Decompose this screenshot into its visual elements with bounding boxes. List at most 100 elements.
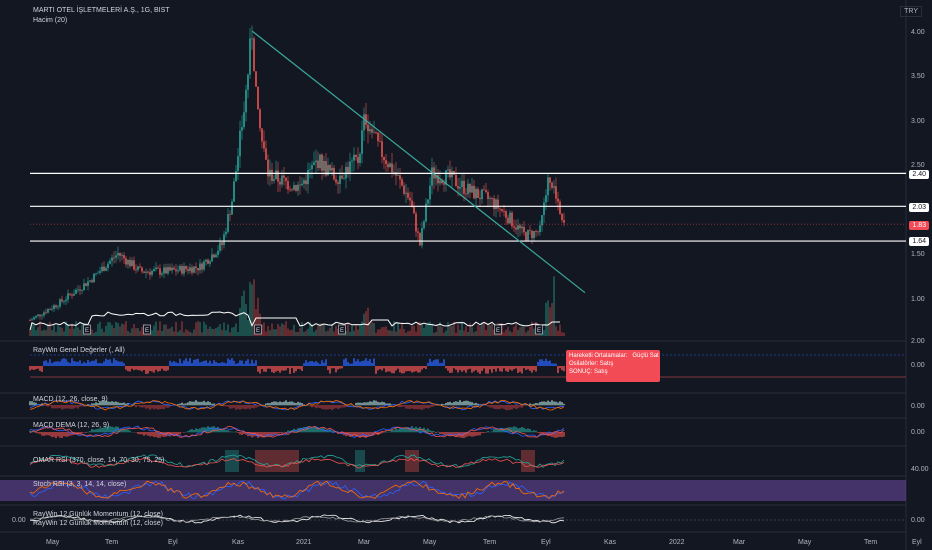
volume-bar bbox=[365, 311, 367, 336]
volume-bar bbox=[35, 330, 37, 336]
macd-histogram bbox=[557, 402, 559, 406]
raywin-bar bbox=[51, 363, 53, 366]
raywin-bar bbox=[107, 359, 109, 366]
raywin-bar bbox=[163, 366, 165, 371]
raywin-bar bbox=[203, 360, 205, 366]
macd-dema-histogram bbox=[479, 432, 481, 436]
raywin-bar bbox=[165, 366, 167, 372]
raywin-bar bbox=[385, 366, 387, 373]
candle-body bbox=[343, 178, 345, 180]
volume-bar bbox=[515, 323, 517, 336]
rsi-zone bbox=[227, 450, 229, 472]
candle-body bbox=[79, 289, 81, 291]
macd-dema-histogram bbox=[487, 430, 489, 433]
macd-dema-histogram bbox=[431, 430, 433, 433]
rsi-zone bbox=[529, 450, 531, 472]
candle-body bbox=[111, 257, 113, 261]
macd-dema-histogram bbox=[495, 428, 497, 433]
raywin-bar bbox=[287, 366, 289, 369]
raywin-bar bbox=[415, 366, 417, 372]
macd-dema-histogram bbox=[37, 432, 39, 434]
macd-histogram bbox=[229, 405, 231, 409]
panel-title-stoch-rsi[interactable]: Stoch RSI (3, 3, 14, 14, close) bbox=[33, 480, 126, 489]
macd-dema-histogram bbox=[127, 429, 129, 433]
macd-histogram bbox=[419, 405, 421, 410]
macd-histogram bbox=[547, 400, 549, 406]
panel-title-macd[interactable]: MACD (12, 26, close, 9) bbox=[33, 395, 108, 404]
candle-body bbox=[463, 180, 465, 194]
volume-bar bbox=[473, 332, 475, 336]
raywin-bar bbox=[221, 362, 223, 366]
panel-title-macd-dema[interactable]: MACD DEMA (12, 26, 9) bbox=[33, 421, 109, 430]
volume-bar bbox=[355, 326, 357, 336]
rsi-zone bbox=[357, 450, 359, 472]
volume-bar bbox=[303, 332, 305, 336]
raywin-bar bbox=[359, 361, 361, 366]
candle-body bbox=[149, 272, 151, 275]
raywin-bar bbox=[307, 362, 309, 366]
macd-dema-histogram bbox=[153, 432, 155, 438]
raywin-bar bbox=[39, 366, 41, 371]
candle-body bbox=[103, 266, 105, 271]
volume-bar bbox=[555, 326, 557, 336]
macd-dema-histogram bbox=[433, 431, 435, 433]
macd-histogram bbox=[499, 405, 501, 409]
candle-body bbox=[245, 89, 247, 113]
volume-bar bbox=[137, 327, 139, 336]
candle-body bbox=[67, 293, 69, 300]
current-price-label[interactable]: 1.83 bbox=[909, 221, 929, 230]
macd-histogram bbox=[339, 405, 341, 409]
volume-bar bbox=[75, 321, 77, 336]
macd-histogram bbox=[241, 405, 243, 409]
macd-dema-histogram bbox=[35, 432, 37, 434]
level-label-2-40[interactable]: 2.40 bbox=[909, 170, 929, 179]
volume-bar bbox=[503, 332, 505, 336]
raywin-bar bbox=[543, 361, 545, 366]
volume-bar bbox=[399, 328, 401, 336]
macd-dema-histogram bbox=[529, 428, 531, 433]
raywin-bar bbox=[505, 366, 507, 371]
candle-body bbox=[191, 267, 193, 273]
candle-body bbox=[179, 265, 181, 271]
macd-dema-histogram bbox=[525, 429, 527, 433]
level-label-1-64[interactable]: 1.64 bbox=[909, 237, 929, 246]
volume-bar bbox=[505, 329, 507, 336]
macd-histogram bbox=[237, 405, 239, 409]
candle-body bbox=[493, 198, 495, 209]
chart-canvas[interactable]: EEEEEE bbox=[0, 0, 932, 550]
macd-histogram bbox=[199, 401, 201, 406]
currency-badge[interactable]: TRY bbox=[900, 6, 922, 17]
macd-histogram bbox=[519, 405, 521, 408]
panel-title-raywin[interactable]: RayWin Genel Değerler (, All) bbox=[33, 346, 125, 355]
raywin-bar bbox=[59, 361, 61, 366]
raywin-bar bbox=[47, 362, 49, 366]
panel-title-momentum-a[interactable]: RayWin 12 Günlük Momentum (12, close) bbox=[33, 510, 163, 519]
price-tick: 4.00 bbox=[911, 29, 925, 36]
raywin-bar bbox=[209, 360, 211, 366]
panel-title-rsi[interactable]: OMAR RSI (370, close, 14, 70, 30, 75, 25… bbox=[33, 456, 165, 465]
raywin-bar bbox=[193, 359, 195, 366]
raywin-bar bbox=[301, 366, 303, 371]
level-label-2-03[interactable]: 2.03 bbox=[909, 203, 929, 212]
candle-body bbox=[477, 188, 479, 198]
volume-bar bbox=[209, 326, 211, 336]
candle-body bbox=[223, 234, 225, 245]
macd-dema-histogram bbox=[539, 432, 541, 434]
macd-histogram bbox=[451, 402, 453, 406]
candle-body bbox=[247, 74, 249, 90]
raywin-bar bbox=[425, 366, 427, 369]
volume-bar bbox=[221, 329, 223, 336]
candle-body bbox=[385, 160, 387, 164]
rsi-zone bbox=[275, 450, 277, 472]
raywin-bar bbox=[519, 366, 521, 372]
macd-histogram bbox=[363, 402, 365, 406]
candle-body bbox=[277, 170, 279, 182]
volume-bar bbox=[457, 324, 459, 336]
volume-bar bbox=[333, 331, 335, 336]
panel-title-momentum-b[interactable]: RayWin 12 Günlük Momentum (12, close) bbox=[33, 519, 163, 528]
symbol-title[interactable]: MARTI OTEL İŞLETMELERİ A.Ş., 1G, BIST bbox=[33, 6, 170, 15]
candle-body bbox=[131, 260, 133, 267]
volume-legend[interactable]: Hacim (20) bbox=[33, 16, 67, 25]
candle-body bbox=[77, 289, 79, 291]
macd-histogram bbox=[411, 405, 413, 409]
